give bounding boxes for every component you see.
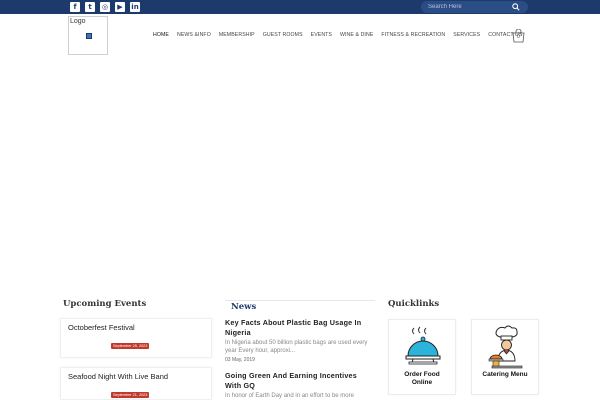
news-item: Going Green And Earning Incentives With … [225,371,375,400]
youtube-icon[interactable]: ▶ [115,2,125,12]
quicklink-label: Order Food [404,371,440,378]
event-card[interactable]: Seafood Night With Live Band September 2… [60,367,212,400]
twitter-icon[interactable]: t [85,2,95,12]
event-name: Seafood Night With Live Band [68,372,169,381]
search-box [421,1,528,13]
news-date: 03 May, 2019 [225,357,255,363]
news-heading: News [231,302,257,312]
quicklinks-heading: Quicklinks [388,299,440,309]
quicklink-label: Online [411,379,433,386]
events-heading: Upcoming Events [63,299,147,309]
linkedin-icon[interactable]: in [130,2,140,12]
social-links: f t ◎ ▶ in [70,2,140,12]
chef-icon [488,325,523,369]
cart-count: 0 [517,34,520,40]
event-card[interactable]: Octoberfest Festival September 25, 2023 [60,318,212,358]
event-date-badge: September 21, 2023 [111,392,150,398]
nav-item-news-info[interactable]: News &Info [177,32,211,38]
search-input[interactable] [428,1,508,13]
nav-item-fitness[interactable]: Fitness & Recreation [381,32,445,38]
quicklink-label: Catering Menu [482,371,528,378]
nav-item-home[interactable]: Home [153,32,169,38]
event-name: Octoberfest Festival [68,323,135,332]
news-excerpt: In honor of Earth Day and in an effort t… [225,393,354,399]
facebook-icon[interactable]: f [70,2,80,12]
nav-item-services[interactable]: Services [453,32,480,38]
news-excerpt: In Nigeria about 50 billion plastic bags… [225,340,368,354]
broken-image-icon [86,33,92,39]
nav-item-membership[interactable]: Membership [219,32,255,38]
event-date-badge: September 25, 2023 [111,343,150,349]
main-nav: Home News &Info Membership Guest Rooms E… [153,32,530,38]
news-headline[interactable]: Going Green And Earning Incentives With … [225,371,375,391]
top-bar: f t ◎ ▶ in [0,0,600,14]
search-icon[interactable] [512,3,520,11]
news-divider [225,300,375,301]
nav-item-wine-dine[interactable]: Wine & Dine [340,32,373,38]
hero-banner [0,57,600,289]
instagram-icon[interactable]: ◎ [100,2,110,12]
quicklink-order-food[interactable]: Order Food Online [388,319,456,395]
nav-item-guest-rooms[interactable]: Guest Rooms [263,32,303,38]
site-logo[interactable]: Logo [68,16,108,55]
news-headline[interactable]: Key Facts About Plastic Bag Usage In Nig… [225,318,375,338]
quicklink-catering-menu[interactable]: Catering Menu [471,319,539,395]
food-cloche-icon [405,326,441,365]
logo-alt-text: Logo [70,18,86,25]
nav-item-events[interactable]: Events [311,32,332,38]
news-item: Key Facts About Plastic Bag Usage In Nig… [225,318,375,363]
